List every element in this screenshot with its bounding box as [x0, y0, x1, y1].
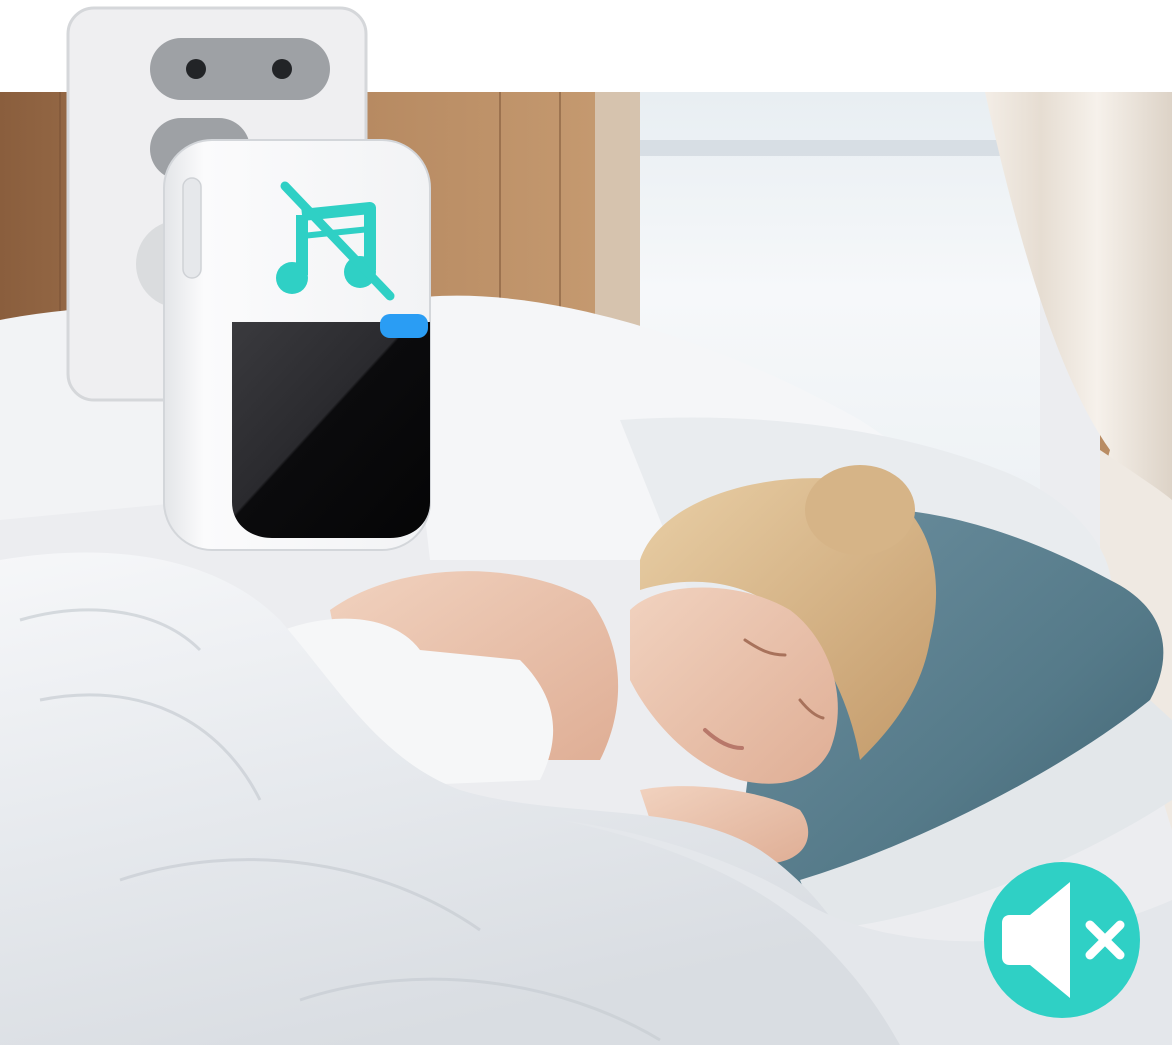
- device-front-panel: [232, 322, 430, 538]
- product-photo: [0, 0, 1172, 1045]
- mute-badge: [984, 862, 1140, 1018]
- hair-bun: [805, 465, 915, 555]
- window-horizon: [640, 140, 1040, 156]
- doorbell-receiver: [163, 139, 431, 551]
- scene-illustration: [0, 6, 1172, 1045]
- indicator-light: [380, 314, 428, 338]
- volume-button: [182, 177, 202, 279]
